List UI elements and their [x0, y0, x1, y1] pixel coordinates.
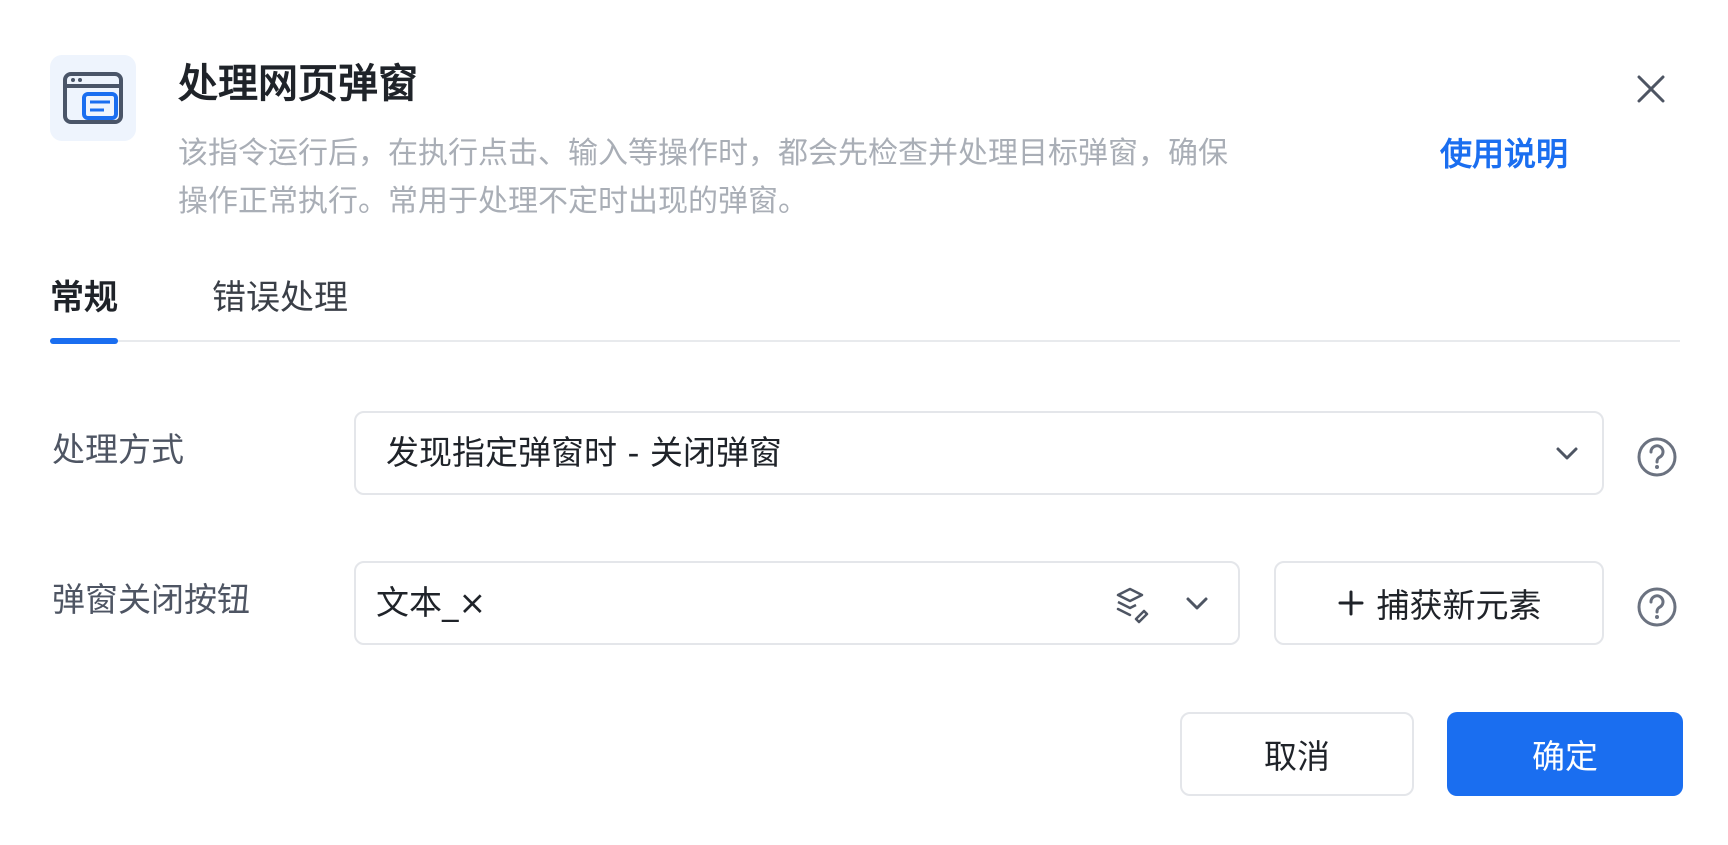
method-select[interactable]: 发现指定弹窗时 - 关闭弹窗 — [354, 411, 1604, 495]
description-line-1: 该指令运行后，在执行点击、输入等操作时，都会先检查并处理目标弹窗，确保 — [178, 136, 1228, 171]
chevron-down-icon — [1186, 597, 1208, 610]
dialog-title: 处理网页弹窗 — [178, 61, 418, 107]
browser-popup-icon — [50, 55, 136, 141]
close-button[interactable] — [1628, 66, 1674, 112]
method-label: 处理方式 — [52, 430, 184, 469]
tab-bar: 常规 错误处理 — [50, 276, 1680, 344]
close-icon — [1637, 75, 1665, 103]
close-button-element-select[interactable]: 文本_× — [354, 561, 1240, 645]
tab-error-handling[interactable]: 错误处理 — [212, 276, 348, 320]
plus-icon — [1338, 590, 1363, 616]
dialog-description: 该指令运行后，在执行点击、输入等操作时，都会先检查并处理目标弹窗，确保 操作正常… — [178, 130, 1418, 226]
method-select-value: 发现指定弹窗时 - 关闭弹窗 — [386, 433, 782, 472]
chevron-down-icon — [1556, 447, 1578, 460]
capture-new-element-label: 捕获新元素 — [1376, 586, 1542, 625]
help-link[interactable]: 使用说明 — [1440, 130, 1568, 178]
confirm-button[interactable]: 确定 — [1447, 712, 1683, 796]
tab-general[interactable]: 常规 — [50, 276, 118, 344]
help-question-icon[interactable] — [1636, 436, 1678, 478]
popup-handling-dialog: 处理网页弹窗 该指令运行后，在执行点击、输入等操作时，都会先检查并处理目标弹窗，… — [0, 0, 1728, 845]
element-picker-icon[interactable] — [1110, 585, 1150, 625]
help-question-icon[interactable] — [1636, 586, 1678, 628]
close-button-label: 弹窗关闭按钮 — [52, 580, 250, 619]
close-button-element-value: 文本_× — [376, 583, 487, 622]
capture-new-element-button[interactable]: 捕获新元素 — [1274, 561, 1604, 645]
cancel-button[interactable]: 取消 — [1180, 712, 1414, 796]
description-line-2: 操作正常执行。常用于处理不定时出现的弹窗。 — [178, 184, 808, 219]
